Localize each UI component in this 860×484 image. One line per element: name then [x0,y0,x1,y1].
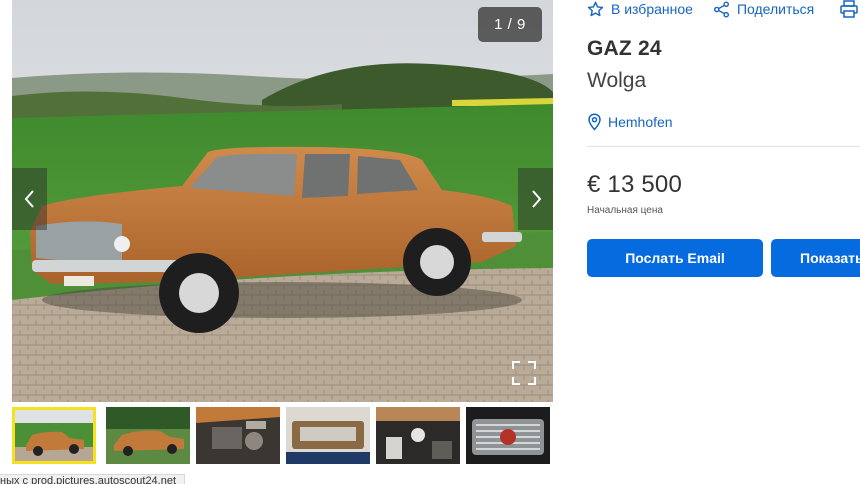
chevron-left-icon [24,190,34,208]
map-pin-icon [588,113,601,131]
thumb-interior-pedals[interactable] [376,407,460,464]
share-label: Поделиться [736,1,815,17]
previous-image-button[interactable] [12,168,47,230]
location-label: Hemhofen [608,114,673,130]
status-bar-url: ных с prod.pictures.autoscout24.net [0,474,186,484]
show-phone-button[interactable]: Показать номер [771,239,860,277]
image-counter: 1 / 9 [478,7,542,42]
send-email-button[interactable]: Послать Email [587,239,763,277]
show-phone-label: Показать номер [800,250,860,266]
star-icon [587,1,604,16]
printer-icon[interactable] [839,0,859,19]
thumb-car-side-trees[interactable] [106,407,190,464]
location-link[interactable]: Hemhofen [587,113,673,131]
section-divider [587,146,860,147]
vehicle-make: GAZ 24 [587,37,662,60]
thumb-grille-emblem[interactable] [466,407,550,464]
price: € 13 500 [587,171,683,198]
image-gallery[interactable]: 1 / 9 [12,0,553,402]
chevron-right-icon [531,190,541,208]
next-image-button[interactable] [518,168,553,230]
thumb-radio-panel[interactable] [286,407,370,464]
add-to-favorites-link[interactable]: В избранное [587,1,693,18]
listing-actions: В избранное Поделиться [587,0,834,18]
vehicle-model: Wolga [587,69,647,92]
thumb-car-side-field[interactable] [12,407,96,464]
price-note: Начальная цена [587,205,663,216]
favorite-label: В избранное [611,1,693,17]
main-car-photo[interactable] [12,0,553,402]
expand-icon[interactable] [511,360,537,386]
share-link[interactable]: Поделиться [713,1,814,18]
thumb-engine-bay[interactable] [196,407,280,464]
share-icon [713,1,729,17]
